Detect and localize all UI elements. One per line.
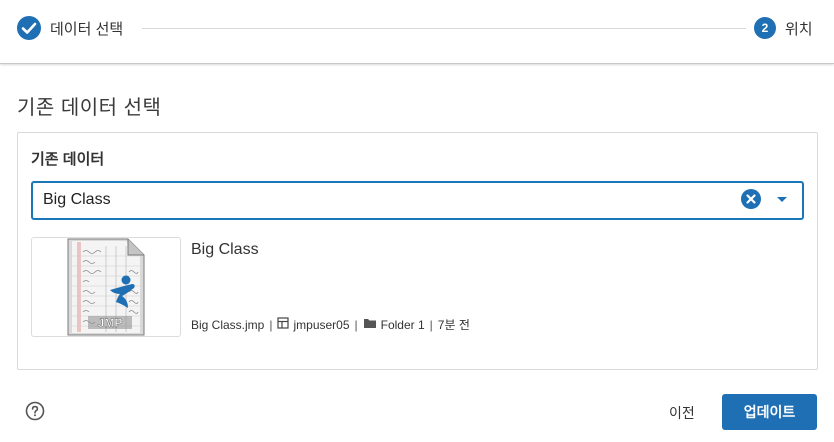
help-icon[interactable] bbox=[25, 401, 45, 421]
update-button[interactable]: 업데이트 bbox=[722, 394, 817, 430]
previous-button[interactable]: 이전 bbox=[669, 403, 695, 423]
combo-value[interactable]: Big Class bbox=[43, 191, 111, 209]
meta-separator: | bbox=[429, 317, 433, 332]
stepper-header: 데이터 선택 2 위치 bbox=[0, 0, 834, 64]
page-title: 기존 데이터 선택 bbox=[17, 97, 162, 119]
step1-label[interactable]: 데이터 선택 bbox=[50, 18, 123, 39]
item-metadata: Big Class.jmp | jmpuser05 | Folder 1 | 7… bbox=[191, 316, 470, 333]
item-folder: Folder 1 bbox=[380, 317, 425, 332]
folder-icon bbox=[363, 317, 377, 332]
chevron-down-icon[interactable] bbox=[771, 189, 793, 209]
check-icon[interactable] bbox=[17, 16, 41, 40]
meta-separator: | bbox=[354, 317, 358, 332]
table-icon bbox=[277, 317, 290, 332]
meta-separator: | bbox=[269, 317, 273, 332]
card-heading: 기존 데이터 bbox=[31, 151, 105, 168]
step2-number: 2 bbox=[754, 17, 776, 39]
item-filename: Big Class.jmp bbox=[191, 317, 265, 332]
item-modified: 7분 전 bbox=[437, 318, 470, 332]
step-connector bbox=[142, 28, 746, 29]
existing-data-card: 기존 데이터 Big Class JMP Big Class Big Class… bbox=[17, 132, 818, 370]
file-thumbnail[interactable]: JMP bbox=[31, 237, 181, 337]
data-select-combobox[interactable]: Big Class bbox=[31, 181, 804, 220]
item-name[interactable]: Big Class bbox=[191, 241, 259, 259]
clear-icon[interactable] bbox=[741, 189, 761, 209]
svg-text:JMP: JMP bbox=[98, 316, 123, 330]
item-owner: jmpuser05 bbox=[293, 317, 350, 332]
step2-label: 위치 bbox=[785, 21, 813, 38]
